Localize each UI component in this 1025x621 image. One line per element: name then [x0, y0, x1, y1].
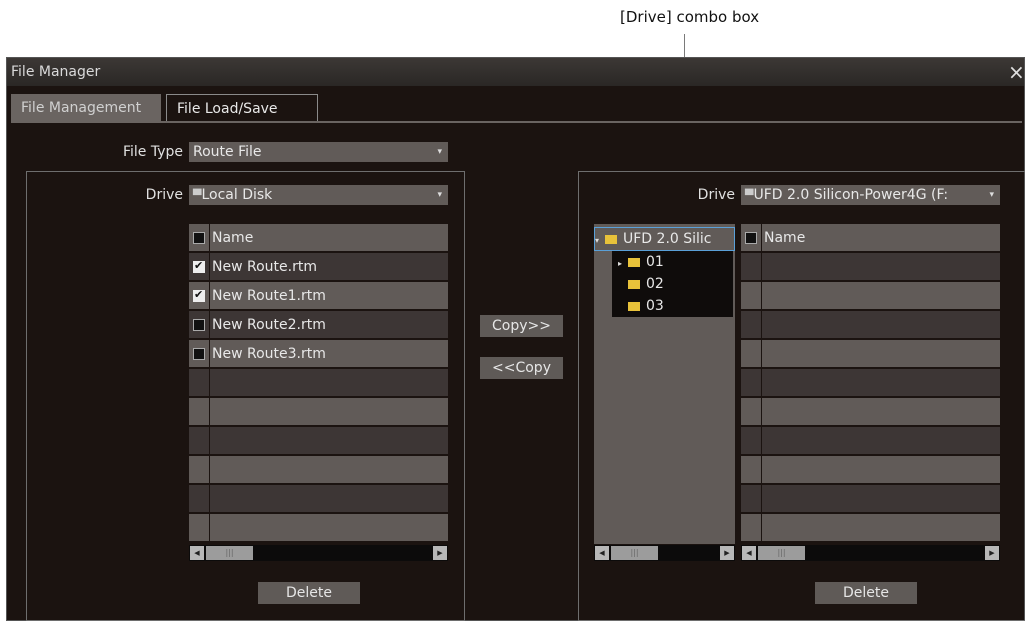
folder-icon — [628, 257, 640, 267]
checkbox-column-divider — [761, 224, 762, 544]
left-drive-combo[interactable]: ▀Local Disk ▾ — [189, 185, 448, 205]
right-drive-value: UFD 2.0 Silicon-Power4G (F: — [753, 187, 949, 203]
empty-row — [189, 485, 448, 513]
row-checkbox[interactable] — [193, 348, 205, 360]
tab-file-load-save[interactable]: File Load/Save — [166, 94, 318, 122]
folder-icon — [628, 301, 640, 311]
row-checkbox[interactable] — [193, 288, 205, 302]
file-name: New Route3.rtm — [212, 346, 326, 362]
file-type-value: Route File — [193, 144, 262, 160]
row-checkbox[interactable] — [193, 319, 205, 331]
left-list-header: Name — [189, 224, 448, 252]
folder-icon — [605, 234, 617, 244]
chevron-down-icon: ▾ — [989, 190, 994, 200]
scroll-right-icon[interactable]: ▶ — [985, 546, 999, 560]
right-list-header: Name — [741, 224, 1000, 252]
scroll-right-icon[interactable]: ▶ — [720, 546, 734, 560]
file-manager-window: File Manager × File Management File Load… — [6, 57, 1025, 621]
empty-row — [741, 514, 1000, 542]
scroll-thumb[interactable]: ||| — [206, 546, 253, 560]
right-horizontal-scrollbar[interactable]: ◀ ||| ▶ — [741, 545, 1000, 561]
empty-row — [741, 485, 1000, 513]
chevron-down-icon: ▾ — [437, 147, 442, 157]
copy-right-button[interactable]: Copy>> — [480, 315, 563, 337]
empty-row — [741, 340, 1000, 368]
scroll-left-icon[interactable]: ◀ — [595, 546, 609, 560]
title-bar: File Manager × — [7, 58, 1025, 86]
name-column-header: Name — [212, 230, 254, 246]
file-name: New Route.rtm — [212, 259, 317, 275]
chevron-down-icon: ▾ — [437, 190, 442, 200]
left-file-list: Name New Route.rtm New Route1.rtm New Ro… — [189, 224, 448, 544]
tree-item[interactable]: 02 — [612, 273, 733, 295]
scroll-thumb[interactable]: ||| — [611, 546, 658, 560]
empty-row — [189, 398, 448, 426]
table-row[interactable]: New Route.rtm — [189, 253, 448, 281]
copy-left-button[interactable]: <<Copy — [480, 357, 563, 379]
scroll-left-icon[interactable]: ◀ — [742, 546, 756, 560]
table-row[interactable]: New Route1.rtm — [189, 282, 448, 310]
left-drive-label: Drive — [145, 187, 183, 203]
file-name: New Route2.rtm — [212, 317, 326, 333]
table-row[interactable]: New Route2.rtm — [189, 311, 448, 339]
empty-row — [189, 456, 448, 484]
empty-row — [741, 456, 1000, 484]
right-delete-button[interactable]: Delete — [815, 582, 917, 604]
empty-row — [741, 253, 1000, 281]
tab-underline — [11, 121, 1022, 123]
left-drive-value: Local Disk — [201, 187, 273, 203]
expand-icon[interactable]: ▾ — [595, 230, 605, 252]
empty-row — [741, 427, 1000, 455]
folder-tree: ▾ UFD 2.0 Silic ▸ 01 02 03 — [594, 224, 735, 544]
right-drive-label: Drive — [697, 187, 735, 203]
expand-icon[interactable]: ▸ — [618, 253, 628, 275]
file-name: New Route1.rtm — [212, 288, 326, 304]
tree-horizontal-scrollbar[interactable]: ◀ ||| ▶ — [594, 545, 735, 561]
empty-row — [741, 398, 1000, 426]
left-horizontal-scrollbar[interactable]: ◀ ||| ▶ — [189, 545, 448, 561]
close-icon[interactable]: × — [1008, 61, 1025, 83]
scroll-left-icon[interactable]: ◀ — [190, 546, 204, 560]
row-checkbox[interactable] — [193, 259, 205, 273]
empty-row — [741, 282, 1000, 310]
empty-row — [741, 369, 1000, 397]
right-drive-combo[interactable]: ▀UFD 2.0 Silicon-Power4G (F: ▾ — [741, 185, 1000, 205]
table-row[interactable]: New Route3.rtm — [189, 340, 448, 368]
right-file-list: Name — [741, 224, 1000, 544]
right-file-panel: Drive ▀UFD 2.0 Silicon-Power4G (F: ▾ ▾ UF… — [578, 171, 1025, 621]
empty-row — [189, 427, 448, 455]
scroll-thumb[interactable]: ||| — [758, 546, 805, 560]
name-column-header: Name — [764, 230, 806, 246]
empty-row — [189, 369, 448, 397]
left-delete-button[interactable]: Delete — [258, 582, 360, 604]
select-all-checkbox[interactable] — [193, 232, 205, 244]
checkbox-column-divider — [209, 224, 210, 544]
empty-row — [741, 311, 1000, 339]
file-type-label: File Type — [122, 144, 183, 160]
scroll-right-icon[interactable]: ▶ — [433, 546, 447, 560]
empty-row — [189, 514, 448, 542]
select-all-checkbox[interactable] — [745, 232, 757, 244]
tree-item[interactable]: ▸ 01 — [612, 251, 733, 273]
window-title: File Manager — [11, 64, 101, 80]
tree-item[interactable]: 03 — [612, 295, 733, 317]
left-file-panel: Drive ▀Local Disk ▾ Name New Route.rtm N… — [26, 171, 465, 621]
tree-root[interactable]: ▾ UFD 2.0 Silic — [594, 227, 735, 251]
folder-icon — [628, 279, 640, 289]
callout-label: [Drive] combo box — [620, 8, 760, 26]
tab-file-management[interactable]: File Management — [11, 94, 161, 122]
file-type-combo[interactable]: Route File ▾ — [189, 142, 448, 162]
